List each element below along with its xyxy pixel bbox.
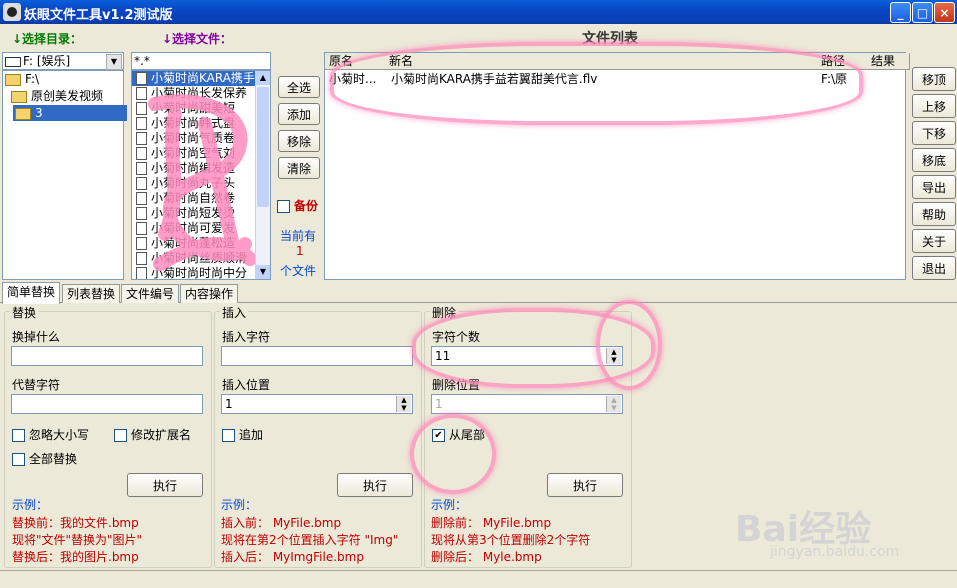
replace-what-input[interactable] [11,346,203,366]
backup-checkbox[interactable]: 备份 [277,197,318,214]
side-button[interactable]: 上移 [912,94,956,118]
tab-content-ops[interactable]: 内容操作 [180,284,239,303]
scroll-thumb[interactable] [257,87,269,207]
delete-example-3: 删除后： Myle.bmp [431,550,542,564]
replace-example-title: 示例： [12,498,49,512]
drive-select[interactable]: F: [娱乐] ▼ [2,52,124,70]
current-count-prefix: 当前有 [280,229,317,243]
folder-open-icon [15,107,31,120]
tree-item-selected[interactable]: 3 [13,105,127,121]
tab-list-replace[interactable]: 列表替换 [62,284,121,303]
replace-legend: 替换 [10,304,39,321]
select-file-label: ↓选择文件： [162,32,233,46]
directory-tree[interactable]: F:\ 原创美发视频 3 [2,70,127,280]
delete-example-1: 删除前： MyFile.bmp [431,516,552,530]
replace-example-3: 替换后：我的图片.bmp [12,550,139,564]
side-button[interactable]: 移底 [912,148,956,172]
tab-simple-replace[interactable]: 简单替换 [2,282,61,304]
replace-what-label: 换掉什么 [12,330,61,344]
select-all-button[interactable]: 全选 [278,76,320,98]
insert-example-title: 示例： [221,498,258,512]
insert-example-3: 插入后： MyImgFile.bmp [221,550,364,564]
folder-open-icon [5,73,21,86]
file-list-scrollbar[interactable]: ▲ ▼ [255,71,270,279]
tree-item-root[interactable]: F:\ [3,71,39,87]
folder-open-icon [11,90,27,103]
drive-value: F: [娱乐] [23,54,71,68]
current-count-suffix: 个文件 [280,264,317,278]
delete-pos-spinner[interactable]: 1 ▲ ▼ [431,394,623,414]
window-title: 妖眼文件工具v1.2测试版 [24,8,173,23]
drive-icon [5,56,21,67]
checkbox-box[interactable] [12,429,25,442]
tab-file-numbering[interactable]: 文件编号 [121,284,180,303]
side-button[interactable]: 关于 [912,229,956,253]
side-button[interactable]: 帮助 [912,202,956,226]
spinner-arrows-icon[interactable]: ▲ ▼ [606,396,621,412]
insert-example-1: 插入前： MyFile.bmp [221,516,342,530]
replace-with-label: 代替字符 [12,378,61,392]
pen-annotation-circle [596,300,662,390]
side-button[interactable]: 退出 [912,256,956,280]
select-dir-label: ↓选择目录： [12,32,83,46]
close-button[interactable]: × [934,2,955,23]
insert-legend: 插入 [220,304,249,321]
tree-item-folder[interactable]: 原创美发视频 [9,88,103,104]
scroll-up-icon[interactable]: ▲ [256,71,270,85]
pen-annotation-circle [330,42,863,125]
insert-pos-label: 插入位置 [222,378,271,392]
side-button[interactable]: 移顶 [912,67,956,91]
spinner-arrows-icon[interactable]: ▲ ▼ [396,396,411,412]
insert-exec-button[interactable]: 执行 [337,473,413,497]
delete-example-2: 现将从第3个位置删除2个字符 [431,533,591,547]
append-checkbox[interactable]: 追加 [222,426,263,443]
replace-example-1: 替换前：我的文件.bmp [12,516,139,530]
replace-with-input[interactable] [11,394,203,414]
file-name: 小菊时尚KARA携手 [151,71,255,85]
delete-exec-button[interactable]: 执行 [547,473,623,497]
checkbox-box[interactable] [277,200,290,213]
remove-button[interactable]: 移除 [278,130,320,152]
pen-annotation-circle [410,414,496,494]
checkbox-box[interactable] [114,429,127,442]
replace-all-checkbox[interactable]: 全部替换 [12,450,77,467]
insert-chars-label: 插入字符 [222,330,271,344]
side-button[interactable]: 导出 [912,175,956,199]
insert-pos-spinner[interactable]: 1 ▲ ▼ [221,394,413,414]
side-button[interactable]: 下移 [912,121,956,145]
replace-example-2: 现将"文件"替换为"图片" [12,533,143,547]
add-button[interactable]: 添加 [278,103,320,125]
insert-example-2: 现将在第2个位置插入字符 "Img" [221,533,399,547]
pen-scribble [145,84,257,274]
status-bar [0,570,957,588]
dropdown-arrow-icon[interactable]: ▼ [106,54,122,70]
column-header-result[interactable]: 结果 [867,53,910,70]
app-eye-icon [3,3,21,21]
delete-example-title: 示例： [431,498,468,512]
modify-ext-checkbox[interactable]: 修改扩展名 [114,426,191,443]
minimize-button[interactable]: _ [890,2,911,23]
checkbox-box[interactable] [12,453,25,466]
maximize-button[interactable]: □ [912,2,933,23]
checkbox-box[interactable] [222,429,235,442]
file-filter-input[interactable]: *.* [131,52,271,70]
watermark-url: jingyan.baidu.com [770,544,900,560]
scroll-down-icon[interactable]: ▼ [256,265,270,279]
clear-button[interactable]: 清除 [278,157,320,179]
insert-chars-input[interactable] [221,346,413,366]
ignore-case-checkbox[interactable]: 忽略大小写 [12,426,89,443]
replace-exec-button[interactable]: 执行 [127,473,203,497]
current-count-value: 1 [296,244,304,258]
